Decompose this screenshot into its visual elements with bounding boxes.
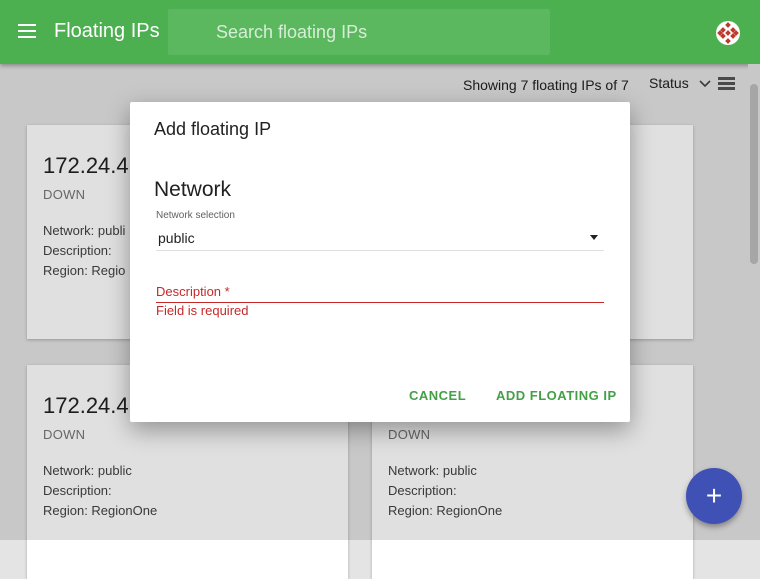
add-floating-ip-fab[interactable]: + <box>686 468 742 524</box>
add-floating-ip-dialog: Add floating IP Network Network selectio… <box>130 102 630 422</box>
search-input[interactable] <box>168 9 550 55</box>
network-select-value: public <box>158 230 195 246</box>
description-field[interactable]: Description * <box>156 280 604 303</box>
hamburger-menu-icon[interactable] <box>18 24 36 38</box>
network-select[interactable]: public <box>156 226 604 251</box>
page-title: Floating IPs <box>54 20 160 42</box>
user-avatar-icon[interactable] <box>715 20 741 46</box>
dialog-title: Add floating IP <box>154 119 272 139</box>
network-select-label: Network selection <box>156 210 235 221</box>
cancel-button[interactable]: CANCEL <box>409 388 466 403</box>
description-label: Description * <box>156 284 230 299</box>
required-marker: * <box>224 284 230 299</box>
app-bar: Floating IPs <box>0 0 760 64</box>
network-section-title: Network <box>154 178 232 201</box>
add-floating-ip-button[interactable]: ADD FLOATING IP <box>496 388 617 403</box>
description-error: Field is required <box>156 303 249 318</box>
dropdown-caret-icon <box>590 235 598 240</box>
search-box[interactable] <box>168 9 550 55</box>
